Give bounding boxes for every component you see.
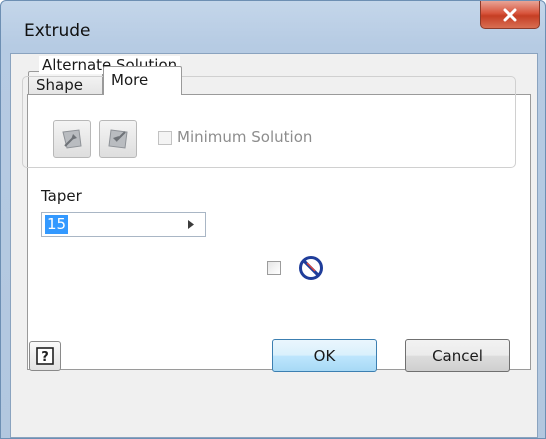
close-icon <box>503 8 517 21</box>
extrude-dialog: Extrude Shape More Alternate Solution Mi… <box>0 0 546 439</box>
extrude-solution-left-icon <box>62 129 82 149</box>
cancel-button[interactable]: Cancel <box>405 339 510 372</box>
minimum-solution-checkbox[interactable] <box>158 131 172 145</box>
cancel-button-label: Cancel <box>432 346 483 365</box>
taper-checkbox[interactable] <box>267 261 281 275</box>
alternate-solution-group <box>22 76 516 168</box>
help-button[interactable]: ? <box>29 341 61 371</box>
taper-flyout-button[interactable] <box>177 213 205 236</box>
extrude-solution-right-icon <box>108 129 128 149</box>
window-title: Extrude <box>24 21 91 41</box>
tab-more[interactable]: More <box>103 66 182 95</box>
ok-button-label: OK <box>313 346 336 365</box>
solution-left-button[interactable] <box>53 120 91 158</box>
taper-value: 15 <box>45 215 69 234</box>
title-bar[interactable]: Extrude <box>1 1 545 53</box>
taper-label: Taper <box>41 187 82 205</box>
help-icon: ? <box>36 347 54 365</box>
solution-right-button[interactable] <box>99 120 137 158</box>
close-button[interactable] <box>480 1 540 29</box>
ok-button[interactable]: OK <box>272 339 377 372</box>
flip-direction-icon <box>299 256 323 280</box>
help-label: ? <box>41 350 49 365</box>
tab-more-label: More <box>111 71 149 89</box>
minimum-solution-label: Minimum Solution <box>177 128 313 146</box>
arrow-right-icon <box>188 220 194 229</box>
flip-taper-button[interactable] <box>298 255 324 281</box>
taper-input[interactable]: 15 <box>41 212 206 237</box>
